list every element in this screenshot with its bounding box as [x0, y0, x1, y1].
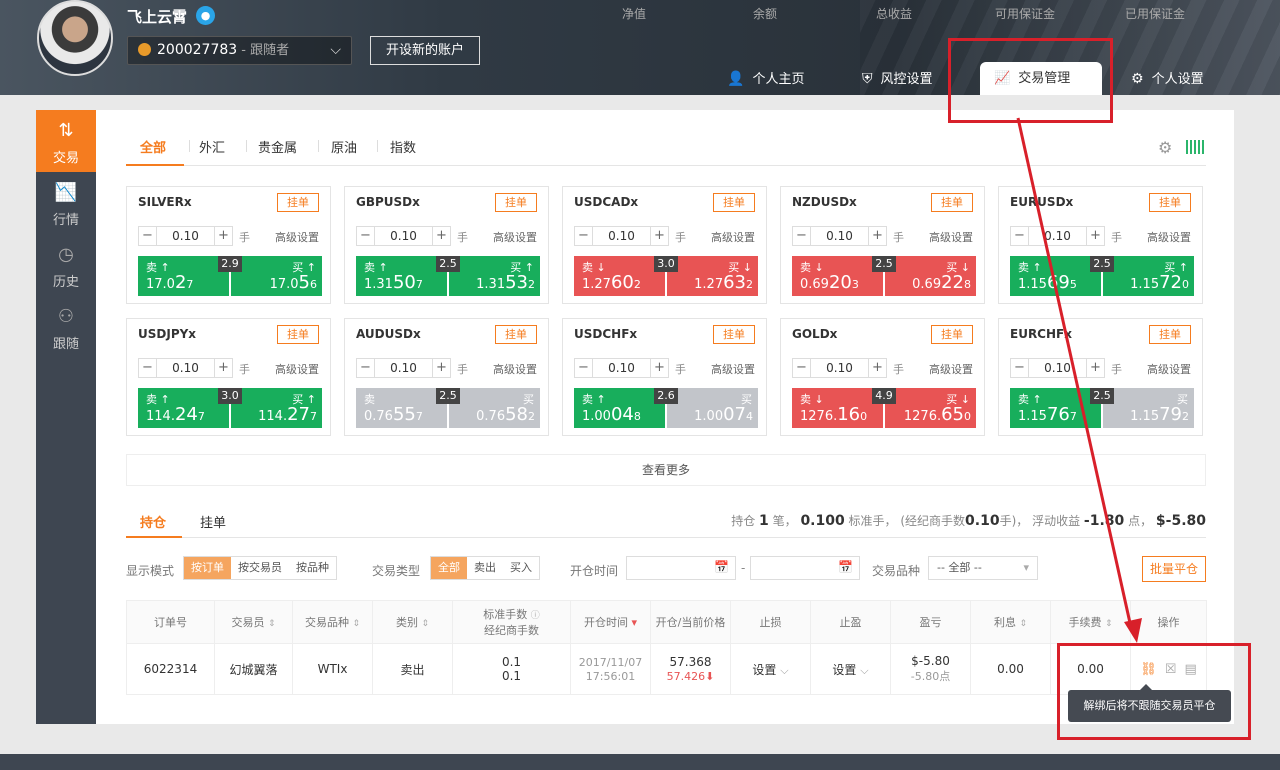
annotation-arrow — [1016, 117, 1142, 643]
unbind-tooltip: 解绑后将不跟随交易员平仓 — [1068, 684, 1231, 722]
